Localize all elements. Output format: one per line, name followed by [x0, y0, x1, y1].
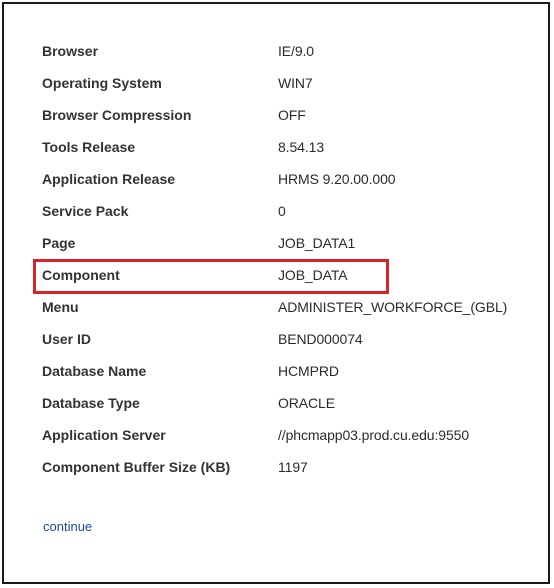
- operating-system-value: WIN7: [278, 75, 313, 91]
- application-server-label: Application Server: [42, 427, 166, 443]
- page-value: JOB_DATA1: [278, 235, 356, 251]
- browser-compression-value: OFF: [278, 107, 306, 123]
- info-row-database-type: Database Type ORACLE: [42, 387, 507, 419]
- component-buffer-size-label: Component Buffer Size (KB): [42, 459, 231, 475]
- tools-release-value: 8.54.13: [278, 139, 325, 155]
- operating-system-label: Operating System: [42, 75, 162, 91]
- browser-label: Browser: [42, 43, 99, 59]
- database-type-value: ORACLE: [278, 395, 335, 411]
- page-label: Page: [42, 235, 76, 251]
- component-buffer-size-value: 1197: [278, 459, 308, 475]
- application-server-value: //phcmapp03.prod.cu.edu:9550: [278, 427, 470, 443]
- info-row-database-name: Database Name HCMPRD: [42, 355, 507, 387]
- browser-compression-label: Browser Compression: [42, 107, 192, 123]
- info-row-service-pack: Service Pack 0: [42, 195, 507, 227]
- component-label: Component: [42, 267, 120, 283]
- database-type-label: Database Type: [42, 395, 140, 411]
- user-id-label: User ID: [42, 331, 92, 347]
- component-value: JOB_DATA: [278, 267, 348, 283]
- info-row-tools-release: Tools Release 8.54.13: [42, 131, 507, 163]
- menu-value: ADMINISTER_WORKFORCE_(GBL): [278, 299, 508, 315]
- info-row-component: Component JOB_DATA: [42, 259, 507, 291]
- service-pack-value: 0: [278, 203, 286, 219]
- database-name-label: Database Name: [42, 363, 147, 379]
- system-info-panel: Browser IE/9.0 Operating System WIN7 Bro…: [2, 2, 550, 584]
- info-row-component-buffer-size: Component Buffer Size (KB) 1197: [42, 451, 507, 483]
- info-row-browser-compression: Browser Compression OFF: [42, 99, 507, 131]
- info-row-menu: Menu ADMINISTER_WORKFORCE_(GBL): [42, 291, 507, 323]
- info-row-page: Page JOB_DATA1: [42, 227, 507, 259]
- system-info-table: Browser IE/9.0 Operating System WIN7 Bro…: [42, 35, 507, 483]
- database-name-value: HCMPRD: [278, 363, 339, 379]
- browser-value: IE/9.0: [278, 43, 314, 59]
- continue-link[interactable]: continue: [43, 519, 92, 534]
- application-release-value: HRMS 9.20.00.000: [278, 171, 396, 187]
- info-row-operating-system: Operating System WIN7: [42, 67, 507, 99]
- info-row-application-server: Application Server //phcmapp03.prod.cu.e…: [42, 419, 507, 451]
- info-row-application-release: Application Release HRMS 9.20.00.000: [42, 163, 507, 195]
- application-release-label: Application Release: [42, 171, 176, 187]
- tools-release-label: Tools Release: [42, 139, 136, 155]
- menu-label: Menu: [42, 299, 79, 315]
- info-row-user-id: User ID BEND000074: [42, 323, 507, 355]
- service-pack-label: Service Pack: [42, 203, 129, 219]
- user-id-value: BEND000074: [278, 331, 363, 347]
- info-row-browser: Browser IE/9.0: [42, 35, 507, 67]
